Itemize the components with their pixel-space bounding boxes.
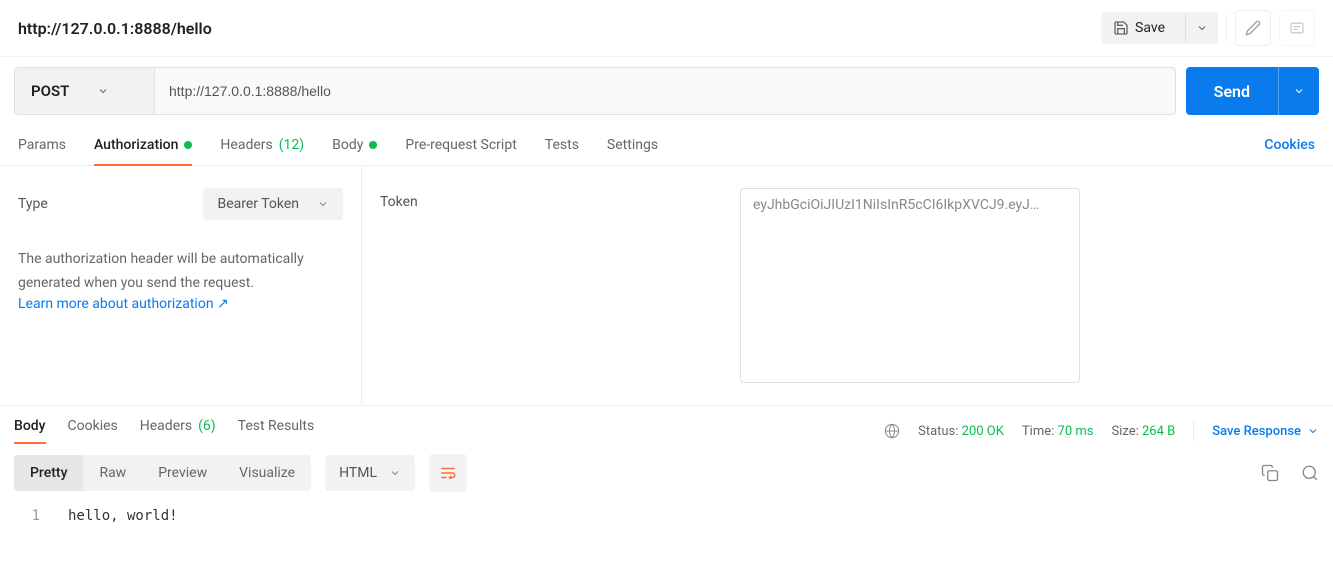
response-tab-body[interactable]: Body <box>14 418 46 444</box>
view-pretty[interactable]: Pretty <box>14 455 83 491</box>
save-button-group: Save <box>1101 12 1218 44</box>
cookies-link[interactable]: Cookies <box>1264 137 1315 153</box>
auth-helper-text: The authorization header will be automat… <box>18 248 343 296</box>
method-url-group: POST <box>14 67 1176 115</box>
response-tab-headers[interactable]: Headers (6) <box>140 418 216 444</box>
tab-authorization[interactable]: Authorization <box>94 125 192 165</box>
tab-tests[interactable]: Tests <box>545 125 579 165</box>
chevron-down-icon <box>97 85 109 97</box>
tab-settings[interactable]: Settings <box>607 125 658 165</box>
time-meta[interactable]: Time: 70 ms <box>1022 424 1094 439</box>
tab-params[interactable]: Params <box>18 125 66 165</box>
divider <box>1226 14 1227 42</box>
chevron-down-icon <box>1293 85 1305 97</box>
comment-icon <box>1289 20 1305 36</box>
divider <box>1193 421 1194 441</box>
status-dot <box>184 141 192 149</box>
response-body: 1 hello, world! <box>0 502 1333 538</box>
pencil-icon <box>1245 20 1261 36</box>
chevron-down-icon <box>317 198 329 210</box>
view-raw[interactable]: Raw <box>83 455 142 491</box>
tab-label: Headers <box>140 418 192 434</box>
save-button[interactable]: Save <box>1101 12 1177 44</box>
headers-count: (12) <box>279 137 304 153</box>
chevron-down-icon <box>1196 22 1208 34</box>
send-group: Send <box>1186 67 1319 115</box>
search-icon[interactable] <box>1301 464 1319 482</box>
save-label: Save <box>1135 20 1165 36</box>
view-preview[interactable]: Preview <box>142 455 223 491</box>
comment-button[interactable] <box>1279 10 1315 46</box>
globe-icon[interactable] <box>884 423 900 439</box>
send-button[interactable]: Send <box>1186 67 1278 115</box>
size-meta[interactable]: Size: 264 B <box>1111 424 1175 439</box>
edit-button[interactable] <box>1235 10 1271 46</box>
auth-type-label: Type <box>18 196 48 212</box>
response-tab-cookies[interactable]: Cookies <box>68 418 118 444</box>
status-dot <box>369 141 377 149</box>
url-input[interactable] <box>155 68 1175 114</box>
method-select[interactable]: POST <box>15 68 155 114</box>
tab-label: Headers <box>220 137 272 153</box>
line-content: hello, world! <box>68 508 178 524</box>
auth-type-value: Bearer Token <box>217 196 299 212</box>
save-response-button[interactable]: Save Response <box>1212 424 1319 439</box>
request-title: http://127.0.0.1:8888/hello <box>18 19 1101 38</box>
resp-headers-count: (6) <box>198 418 216 434</box>
tab-body[interactable]: Body <box>332 125 377 165</box>
tab-prerequest[interactable]: Pre-request Script <box>405 125 516 165</box>
copy-icon[interactable] <box>1261 464 1279 482</box>
chevron-down-icon <box>389 467 401 479</box>
format-label: HTML <box>339 465 377 481</box>
method-label: POST <box>31 82 69 100</box>
save-icon <box>1113 20 1129 36</box>
tab-headers[interactable]: Headers (12) <box>220 125 304 165</box>
tab-label: Body <box>332 137 363 153</box>
wrap-icon <box>439 464 457 482</box>
wrap-lines-button[interactable] <box>429 454 467 492</box>
send-dropdown[interactable] <box>1278 67 1319 115</box>
line-number: 1 <box>14 508 40 524</box>
auth-type-select[interactable]: Bearer Token <box>203 188 343 220</box>
view-mode-group: Pretty Raw Preview Visualize <box>14 455 311 491</box>
format-select[interactable]: HTML <box>325 455 415 491</box>
chevron-down-icon <box>1307 425 1319 437</box>
view-visualize[interactable]: Visualize <box>223 455 311 491</box>
token-label: Token <box>380 188 700 383</box>
auth-learn-link[interactable]: Learn more about authorization ↗ <box>18 296 343 312</box>
response-tab-testresults[interactable]: Test Results <box>238 418 315 444</box>
tab-label: Authorization <box>94 137 178 153</box>
token-input[interactable]: eyJhbGciOiJIUzI1NiIsInR5cCI6IkpXVCJ9.eyJ… <box>740 188 1080 383</box>
save-dropdown[interactable] <box>1185 14 1218 42</box>
status-meta[interactable]: Status: 200 OK <box>918 424 1004 439</box>
